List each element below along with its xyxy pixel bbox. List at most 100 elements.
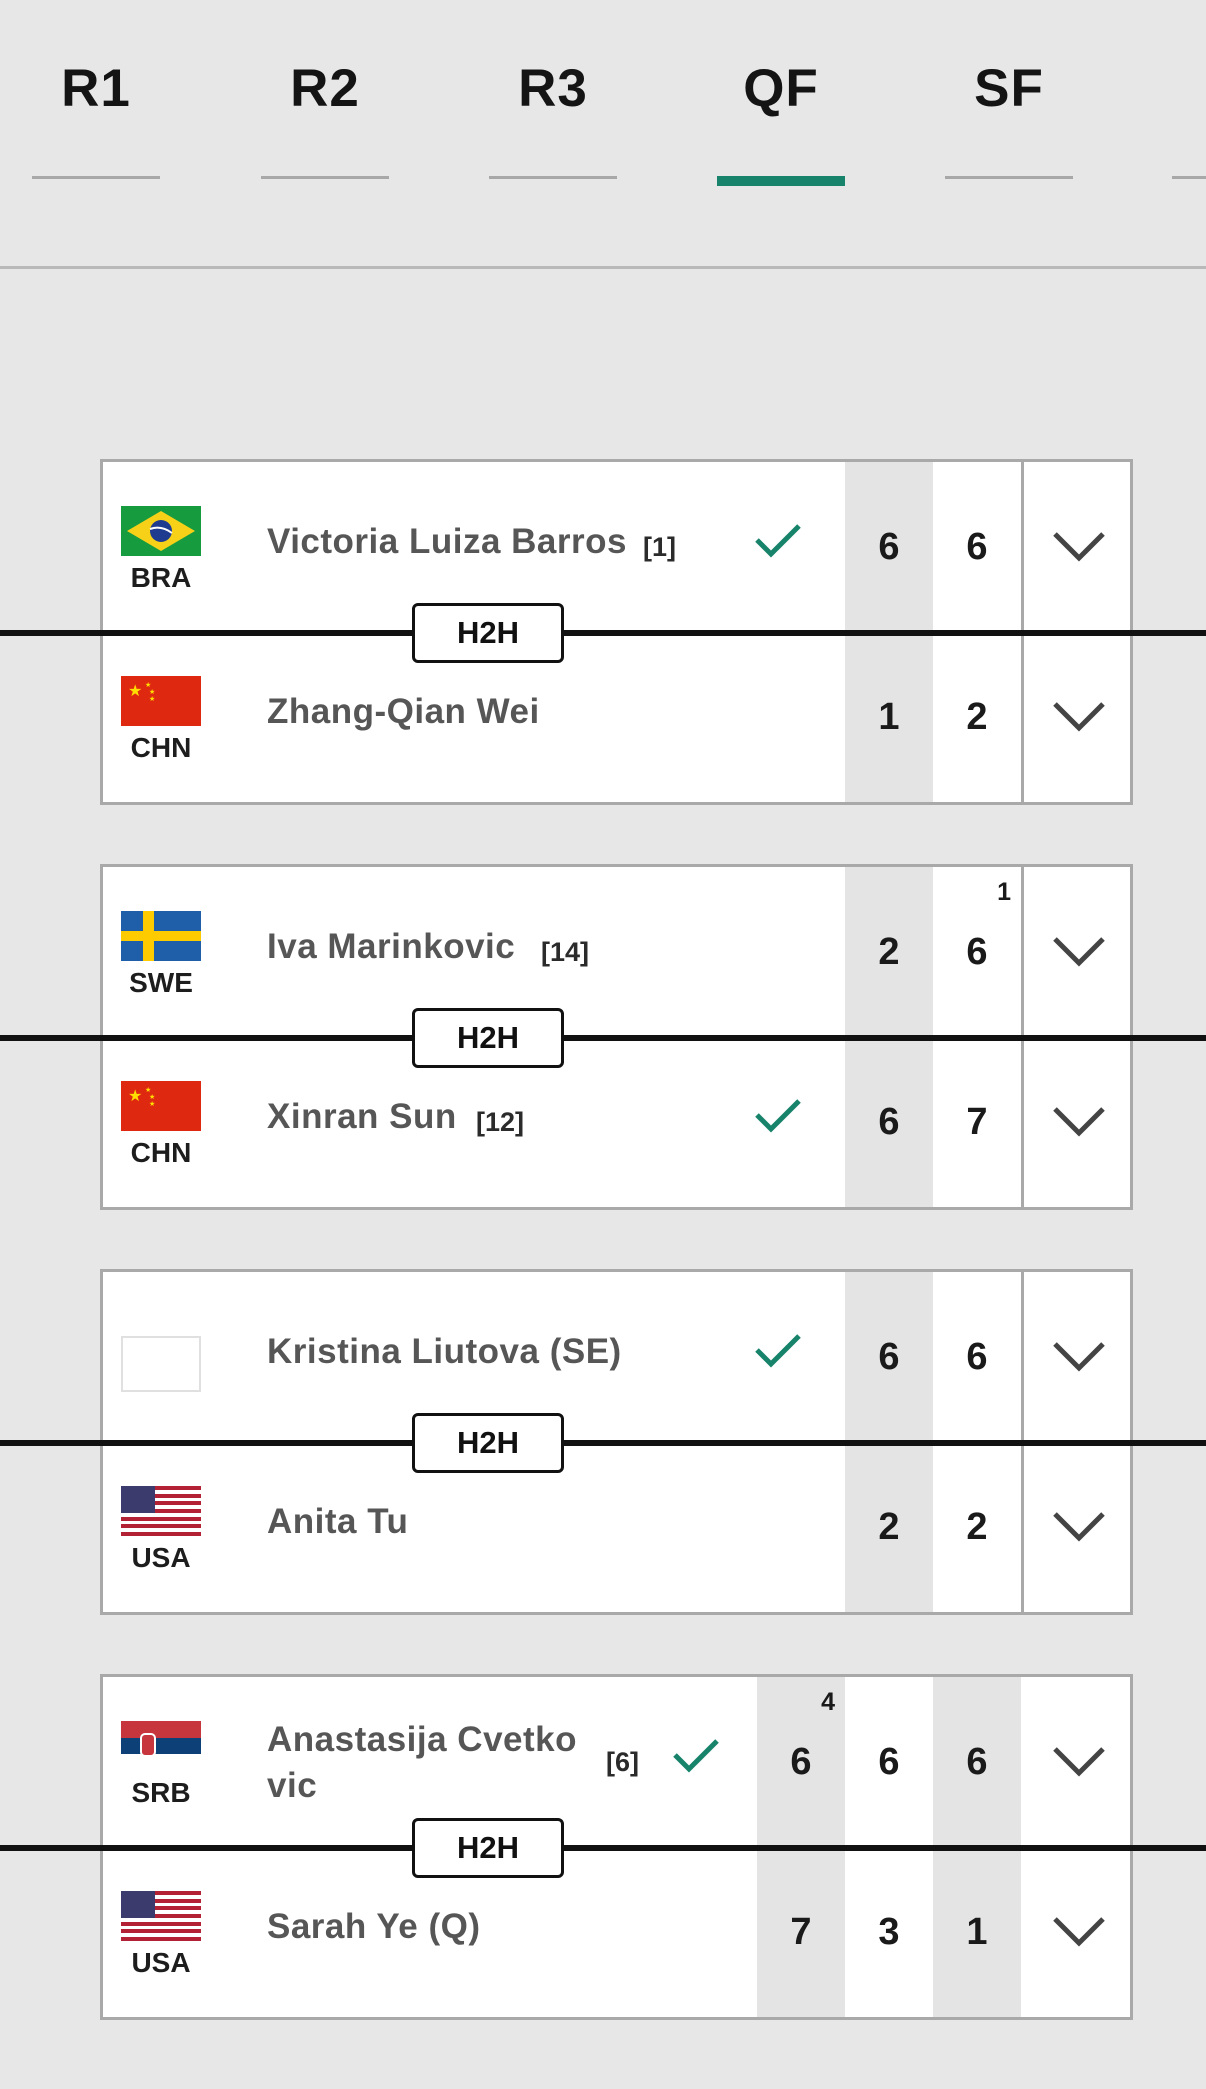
country-code: SWE	[129, 967, 193, 998]
player-name-line: Anastasija Cvetko	[267, 1720, 578, 1759]
set-score: 3	[845, 1847, 933, 2017]
country-code: CHN	[130, 732, 192, 763]
set-score-value: 2	[966, 1506, 988, 1548]
column-divider	[1021, 632, 1024, 802]
player-seed: [14]	[541, 937, 590, 967]
set-score-value: 2	[966, 696, 988, 738]
set-score-value: 6	[878, 1741, 900, 1783]
column-divider	[1021, 1442, 1024, 1612]
set-score: 7	[757, 1847, 845, 2017]
chevron-down-icon[interactable]	[1051, 1743, 1107, 1779]
column-divider	[1021, 867, 1024, 1037]
svg-text:★: ★	[128, 1086, 142, 1105]
set-score: 2	[845, 1442, 933, 1612]
chevron-down-icon[interactable]	[1051, 1338, 1107, 1374]
set-score: 2	[845, 867, 933, 1037]
country-code: CHN	[130, 1137, 192, 1168]
set-score: 7	[933, 1037, 1021, 1207]
player-name[interactable]: Xinran Sun	[267, 1097, 457, 1137]
player-row: USA Anita Tu 2 2	[103, 1442, 1130, 1612]
svg-text:★: ★	[128, 681, 142, 700]
usa-flag-icon	[121, 1486, 201, 1536]
set-score-value: 7	[790, 1911, 812, 1953]
tab-underline	[32, 176, 160, 179]
tab-underline-active	[717, 176, 845, 186]
h2h-button[interactable]: H2H	[412, 1008, 564, 1068]
tab-qf[interactable]: QF	[717, 0, 845, 186]
tab-sf[interactable]: SF	[945, 0, 1073, 186]
player-name[interactable]: Sarah Ye (Q)	[267, 1907, 481, 1947]
set-score-value: 7	[966, 1101, 988, 1143]
blank-flag-icon	[121, 1336, 201, 1392]
h2h-button[interactable]: H2H	[412, 1413, 564, 1473]
set-score-value: 6	[878, 526, 900, 568]
set-score: 6	[845, 1037, 933, 1207]
tab-underline	[489, 176, 617, 179]
set-score-value: 2	[878, 931, 900, 973]
tiebreak-score: 4	[821, 1688, 835, 1716]
chevron-down-icon[interactable]	[1051, 698, 1107, 734]
tab-label: R3	[518, 59, 588, 118]
set-score: 6	[933, 1272, 1021, 1442]
country-code: SRB	[131, 1777, 191, 1808]
serbia-flag-icon	[121, 1721, 201, 1771]
set-score-value: 6	[878, 1101, 900, 1143]
player-name[interactable]: Zhang-Qian Wei	[267, 692, 540, 732]
match-divider-line	[0, 1440, 1206, 1446]
player-name[interactable]: Kristina Liutova (SE)	[267, 1332, 622, 1372]
set-score: 64	[757, 1677, 845, 1847]
player-row: ★ ★ ★ ★ CHN Xinran Sun [12] 6 7	[103, 1037, 1130, 1207]
match-divider-line	[0, 630, 1206, 636]
country-code: BRA	[130, 562, 192, 593]
tab-label: R1	[61, 59, 131, 118]
winner-check-icon	[755, 1334, 801, 1368]
player-row: Kristina Liutova (SE) 6 6	[103, 1272, 1130, 1442]
set-score: 6	[845, 462, 933, 632]
player-row: USA Sarah Ye (Q) 7 3 1	[103, 1847, 1130, 2017]
set-score-value: 6	[966, 526, 988, 568]
set-score-value: 6	[966, 1741, 988, 1783]
player-name[interactable]: Iva Marinkovic	[267, 927, 515, 967]
player-seed: [6]	[606, 1747, 639, 1777]
player-name[interactable]: Anita Tu	[267, 1502, 408, 1542]
player-seed: [1]	[643, 532, 676, 562]
brazil-flag-icon	[121, 506, 201, 556]
svg-text:★: ★	[149, 1100, 155, 1108]
chevron-down-icon[interactable]	[1051, 1103, 1107, 1139]
chevron-down-icon[interactable]	[1051, 1508, 1107, 1544]
tab-underline-next	[1172, 176, 1206, 179]
set-score: 2	[933, 632, 1021, 802]
player-name[interactable]: Anastasija Cvetko vic	[267, 1717, 597, 1809]
set-score: 1	[845, 632, 933, 802]
tab-label: R2	[290, 59, 360, 118]
tiebreak-score: 1	[997, 878, 1011, 906]
set-score-value: 6	[966, 1336, 988, 1378]
match-divider-line	[0, 1845, 1206, 1851]
tab-underline	[945, 176, 1073, 179]
set-score: 1	[933, 1847, 1021, 2017]
set-score-value: 6	[878, 1336, 900, 1378]
player-name-line: vic	[267, 1766, 318, 1805]
h2h-button[interactable]: H2H	[412, 1818, 564, 1878]
tab-label: SF	[974, 59, 1044, 118]
player-row: BRA Victoria Luiza Barros [1] 6 6	[103, 462, 1130, 632]
chevron-down-icon[interactable]	[1051, 1913, 1107, 1949]
set-score: 2	[933, 1442, 1021, 1612]
tab-r2[interactable]: R2	[261, 0, 389, 186]
match-divider-line	[0, 1035, 1206, 1041]
h2h-button[interactable]: H2H	[412, 603, 564, 663]
player-name[interactable]: Victoria Luiza Barros	[267, 522, 627, 562]
set-score: 61	[933, 867, 1021, 1037]
set-score: 6	[933, 1677, 1021, 1847]
player-row: SWE Iva Marinkovic [14] 2 61	[103, 867, 1130, 1037]
sweden-flag-icon	[121, 911, 201, 961]
tab-r1[interactable]: R1	[32, 0, 160, 186]
tab-r3[interactable]: R3	[489, 0, 617, 186]
column-divider	[1021, 462, 1024, 632]
set-score-value: 6	[790, 1741, 812, 1783]
tab-underline	[261, 176, 389, 179]
chevron-down-icon[interactable]	[1051, 933, 1107, 969]
set-score-value: 1	[966, 1911, 988, 1953]
chevron-down-icon[interactable]	[1051, 528, 1107, 564]
winner-check-icon	[755, 1099, 801, 1133]
